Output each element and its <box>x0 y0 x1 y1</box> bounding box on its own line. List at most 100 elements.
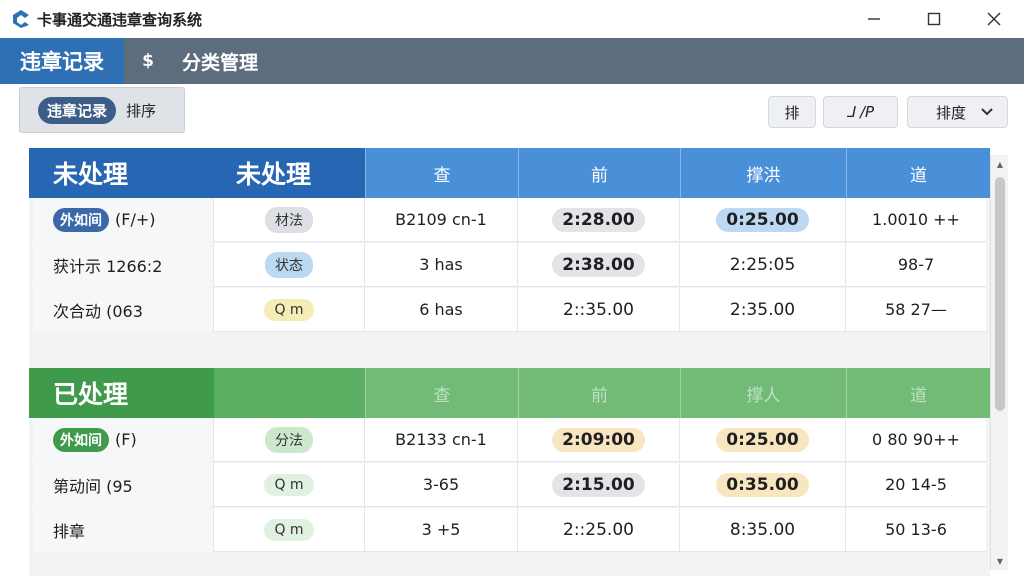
scroll-up-icon[interactable]: ▲ <box>991 157 1009 171</box>
id-text: 次合动 (063 <box>53 301 143 321</box>
vertical-scrollbar[interactable]: ▲ ▼ <box>990 155 1008 570</box>
status-badge: 材法 <box>265 206 313 233</box>
section-pending: 未处理 未处理 查 前 撑洪 道 外如间 (F/+) 材法 B2109 cn-1… <box>29 148 990 354</box>
filter-violation-records[interactable]: 违章记录 <box>38 96 117 124</box>
col-header[interactable]: 查 <box>365 148 518 198</box>
section-subtitle-pending: 未处理 <box>214 148 365 198</box>
cell-time: 2:28.00 <box>518 197 680 242</box>
cell-value: 58 27— <box>885 300 947 319</box>
sort-dropdown-label: 排度 <box>936 103 967 122</box>
nav-tab-violation-records[interactable]: 违章记录 <box>0 38 124 84</box>
cell-value: 6 has <box>365 287 518 332</box>
cell-time: 0:25.00 <box>680 417 846 462</box>
cell-time: 8:35.00 <box>680 507 846 552</box>
table-row[interactable]: 次合动 (063 Q m 6 has 2::35.00 2:35.00 58 2… <box>33 287 986 332</box>
status-badge: Q m <box>264 518 314 541</box>
id-text: 第动间 (95 <box>53 476 133 496</box>
status-badge: Q m <box>264 298 314 321</box>
cell-value: 1.0010 ++ <box>872 210 960 229</box>
cell-time: 2::35.00 <box>518 287 680 332</box>
window-controls <box>844 0 1024 38</box>
window-title: 卡事通交通违章查询系统 <box>37 10 203 29</box>
nav-dollar-icon[interactable]: $ <box>124 38 172 84</box>
cell-id: 次合动 (063 <box>33 287 214 332</box>
chevron-down-icon <box>981 108 993 116</box>
table-row[interactable]: 排章 Q m 3 +5 2::25.00 8:35.00 50 13-6 <box>33 507 986 552</box>
section-header-done: 已处理 查 前 撑人 道 <box>29 368 990 418</box>
sort-dropdown[interactable]: 排度 <box>907 96 1008 128</box>
minimize-button[interactable] <box>844 0 904 38</box>
cell-value: 0 80 90++ <box>872 430 960 449</box>
violation-table: 未处理 未处理 查 前 撑洪 道 外如间 (F/+) 材法 B2109 cn-1… <box>29 148 990 576</box>
cell-tag: Q m <box>214 287 365 332</box>
cell-value: B2133 cn-1 <box>365 417 518 462</box>
table-row[interactable]: 第动间 (95 Q m 3-65 2:15.00 0:35.00 20 14-5 <box>33 462 986 507</box>
col-header[interactable]: 前 <box>518 368 680 418</box>
cell-id: 排章 <box>33 507 214 552</box>
minimize-icon <box>868 18 880 20</box>
col-header[interactable]: 道 <box>846 148 990 198</box>
id-text: 获计示 1266:2 <box>53 256 163 276</box>
cell-time: 2:35.00 <box>680 287 846 332</box>
section-header-pending: 未处理 未处理 查 前 撑洪 道 <box>29 148 990 198</box>
cell-value: 3-65 <box>365 462 518 507</box>
toolbar-button-1[interactable]: 排 <box>768 96 816 128</box>
status-badge: Q m <box>264 473 314 496</box>
col-header[interactable]: 撑人 <box>680 368 846 418</box>
filter-group: 违章记录 排序 <box>19 87 185 133</box>
close-icon <box>987 12 1001 26</box>
id-text: (F/+) <box>115 210 156 229</box>
nav-tab-category-management[interactable]: 分类管理 <box>172 38 268 84</box>
cell-value: 50 13-6 <box>885 520 947 539</box>
scroll-thumb[interactable] <box>995 177 1005 411</box>
id-text: (F) <box>115 430 137 449</box>
filter-sort[interactable]: 排序 <box>126 100 156 121</box>
scroll-down-icon[interactable]: ▼ <box>991 554 1009 568</box>
cell-time: 2:09:00 <box>518 417 680 462</box>
time-chip: 2:28.00 <box>552 207 645 232</box>
time-chip: 0:35.00 <box>716 472 809 497</box>
id-badge: 外如间 <box>53 207 109 232</box>
table-row[interactable]: 外如间 (F/+) 材法 B2109 cn-1 2:28.00 0:25.00 … <box>33 197 986 242</box>
close-button[interactable] <box>964 0 1024 38</box>
cell-value: 3 +5 <box>365 507 518 552</box>
cell-time: 0:35.00 <box>680 462 846 507</box>
cell-id: 外如间 (F) <box>33 417 214 462</box>
cell-tag: 状态 <box>214 242 365 287</box>
app-logo-icon <box>13 10 29 28</box>
time-chip: 0:25.00 <box>716 427 809 452</box>
title-bar: 卡事通交通违章查询系统 <box>0 0 1024 38</box>
cell-tag: 分法 <box>214 417 365 462</box>
col-header[interactable]: 查 <box>365 368 518 418</box>
cell-value: 98-7 <box>897 255 935 274</box>
cell-value: B2109 cn-1 <box>365 197 518 242</box>
cell-tag: Q m <box>214 507 365 552</box>
cell-time: 2:25:05 <box>680 242 846 287</box>
cell-id: 获计示 1266:2 <box>33 242 214 287</box>
id-badge: 外如间 <box>53 427 109 452</box>
main-nav: 违章记录 $ 分类管理 <box>0 38 1024 84</box>
time-chip: 2:38.00 <box>552 252 645 277</box>
cell-time: 2:38.00 <box>518 242 680 287</box>
cell-id: 第动间 (95 <box>33 462 214 507</box>
cell-value: 20 14-5 <box>885 475 947 494</box>
maximize-button[interactable] <box>904 0 964 38</box>
cell-tag: 材法 <box>214 197 365 242</box>
cell-value: 3 has <box>365 242 518 287</box>
table-row[interactable]: 外如间 (F) 分法 B2133 cn-1 2:09:00 0:25.00 0 … <box>33 417 986 462</box>
cell-id: 外如间 (F/+) <box>33 197 214 242</box>
table-row[interactable]: 获计示 1266:2 状态 3 has 2:38.00 2:25:05 98-7 <box>33 242 986 287</box>
col-header[interactable]: 撑洪 <box>680 148 846 198</box>
col-header[interactable]: 前 <box>518 148 680 198</box>
toolbar: 违章记录 排序 排 ⅃ /P 排度 <box>0 84 1024 144</box>
status-badge: 状态 <box>265 251 313 278</box>
time-chip: 2:09:00 <box>552 427 645 452</box>
cell-tag: Q m <box>214 462 365 507</box>
status-badge: 分法 <box>265 426 313 453</box>
section-subtitle-done <box>214 368 365 418</box>
section-title-done: 已处理 <box>29 368 214 418</box>
time-chip: 0:25.00 <box>716 207 809 232</box>
toolbar-button-2[interactable]: ⅃ /P <box>823 96 898 128</box>
id-text: 排章 <box>53 521 86 541</box>
col-header[interactable]: 道 <box>846 368 990 418</box>
